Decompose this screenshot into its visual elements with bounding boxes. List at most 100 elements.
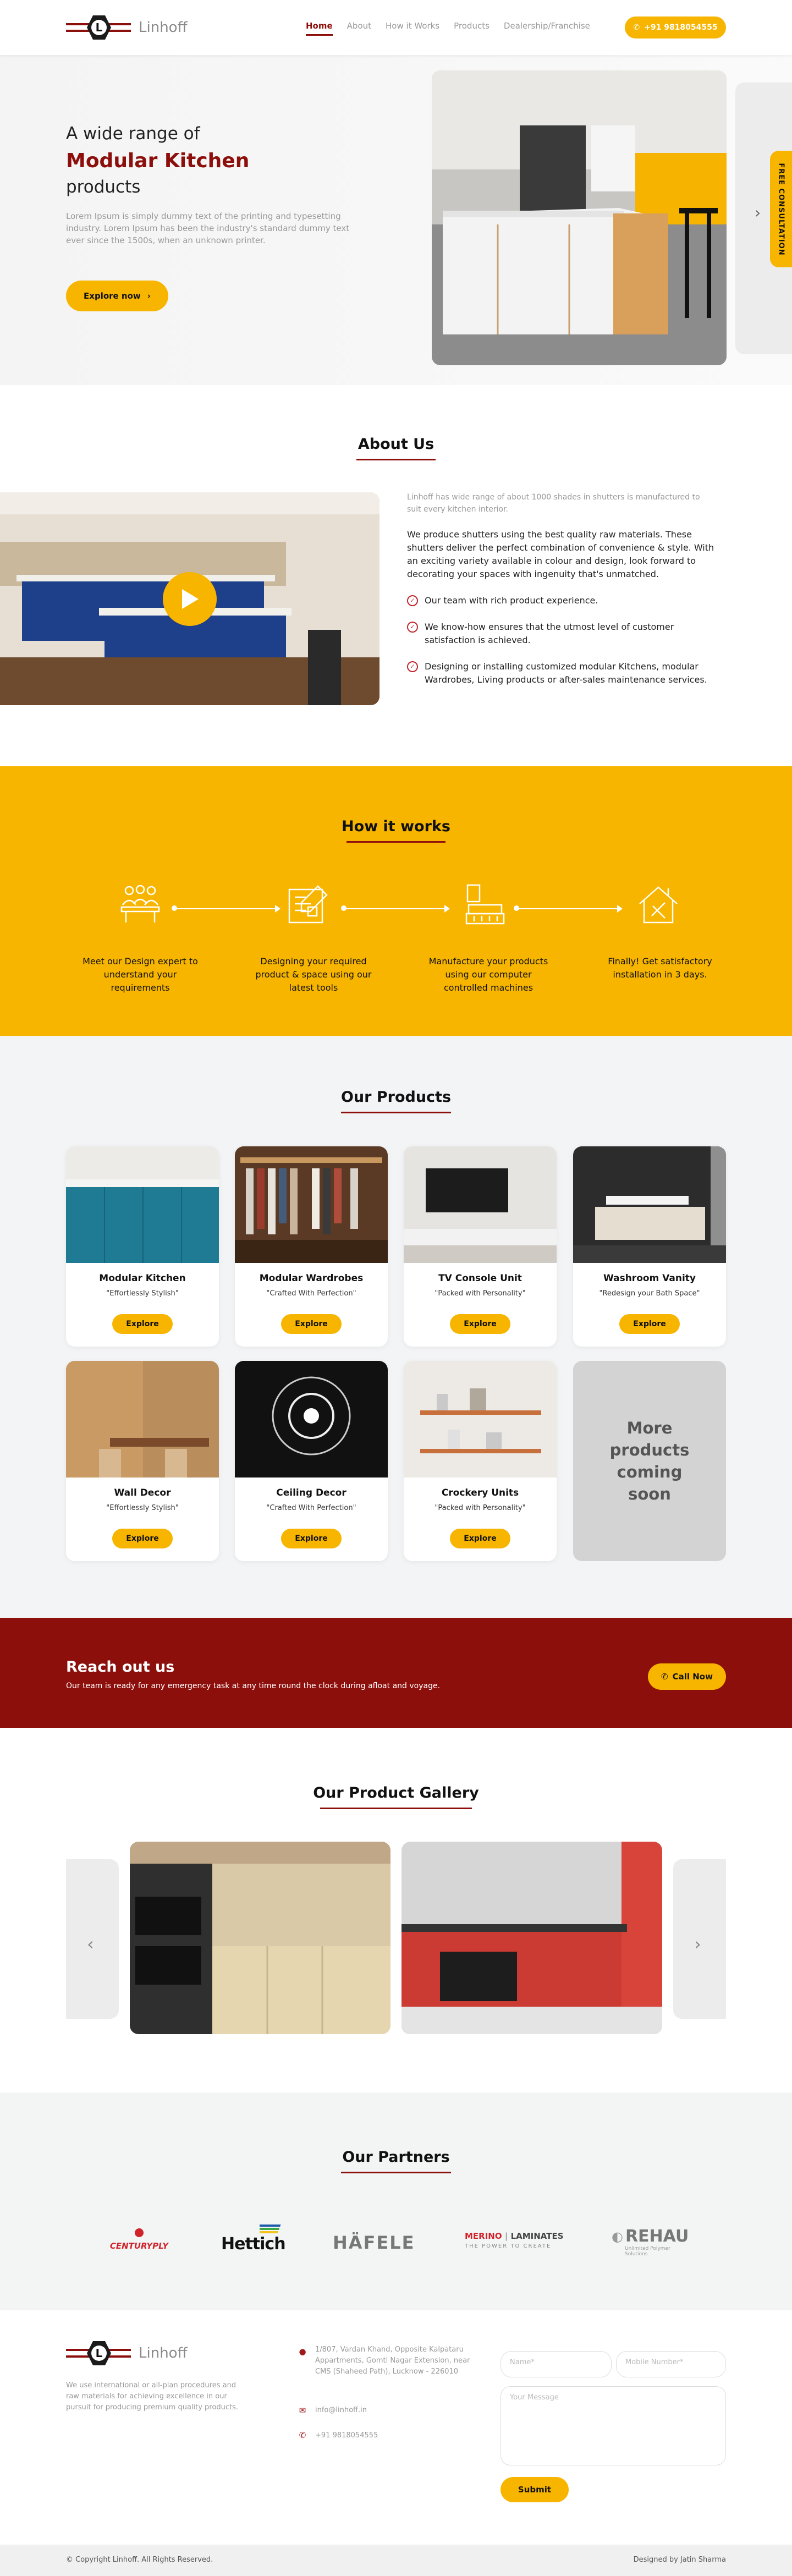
name-input[interactable]: Name* <box>501 2351 612 2377</box>
nav-home[interactable]: Home <box>306 21 333 36</box>
explore-button[interactable]: Explore <box>281 1314 342 1334</box>
gallery-image[interactable] <box>130 1842 391 2034</box>
explore-button[interactable]: Explore <box>450 1529 510 1548</box>
submit-button[interactable]: Submit <box>501 2477 569 2502</box>
chevron-left-icon[interactable]: ‹ <box>87 1934 94 1954</box>
hero-kitchen-image <box>432 70 727 365</box>
factory-icon <box>465 884 505 925</box>
product-image <box>573 1146 726 1263</box>
footer-brand-name: Linhoff <box>139 2345 188 2361</box>
product-title: Wall Decor <box>114 1487 171 1498</box>
rehau-mark-icon: ◐ <box>612 2228 623 2244</box>
logo-mark: L <box>66 2341 131 2365</box>
reach-title: Reach out us <box>66 1658 175 1676</box>
play-button[interactable] <box>163 572 217 626</box>
product-tagline: "Redesign your Bath Space" <box>599 1289 700 1298</box>
brand-logo[interactable]: L Linhoff <box>66 15 188 40</box>
explore-now-button[interactable]: Explore now › <box>66 281 168 311</box>
product-title: Modular Kitchen <box>99 1273 186 1284</box>
mobile-input[interactable]: Mobile Number* <box>616 2351 726 2377</box>
phone-button[interactable]: ✆ +91 9818054555 <box>625 17 726 39</box>
design-tools-icon <box>288 885 328 924</box>
how-title: How it works <box>342 818 450 835</box>
house-tools-icon <box>639 886 678 924</box>
product-title: TV Console Unit <box>438 1273 522 1284</box>
product-tagline: "Crafted With Perfection" <box>266 1504 356 1512</box>
hero-heading: Modular Kitchen <box>66 150 250 172</box>
centuryply-mark-icon <box>135 2228 144 2237</box>
product-title: Washroom Vanity <box>603 1273 696 1284</box>
footer-about: We use international or all-plan procedu… <box>66 2381 238 2412</box>
explore-button[interactable]: Explore <box>112 1529 173 1548</box>
phone-icon: ✆ <box>661 1672 668 1682</box>
phone-icon: ✆ <box>633 23 640 32</box>
mail-icon: ✉ <box>299 2405 306 2415</box>
meeting-icon <box>120 885 160 922</box>
partners-underline <box>341 2172 451 2173</box>
footer-phone[interactable]: +91 9818054555 <box>315 2430 378 2441</box>
about-video-thumbnail[interactable] <box>0 492 380 705</box>
product-card[interactable]: Modular Kitchen "Effortlessly Stylish" E… <box>66 1146 219 1347</box>
explore-button[interactable]: Explore <box>112 1314 173 1334</box>
explore-button[interactable]: Explore <box>281 1529 342 1548</box>
how-underline <box>346 841 446 843</box>
hero-line-3: products <box>66 177 141 197</box>
site-header: L Linhoff Home About How it Works Produc… <box>0 0 792 55</box>
partner-logo-merino: MERINO | LAMINATES THE POWER TO CREATE <box>465 2231 564 2249</box>
product-tagline: "Crafted With Perfection" <box>266 1289 356 1298</box>
product-image <box>235 1146 388 1263</box>
product-card[interactable]: Modular Wardrobes "Crafted With Perfecti… <box>235 1146 388 1347</box>
about-point: ✓ Our team with rich product experience. <box>407 594 715 607</box>
reach-subtitle: Our team is ready for any emergency task… <box>66 1682 441 1690</box>
product-tagline: "Packed with Personality" <box>435 1504 526 1512</box>
product-card[interactable]: Wall Decor "Effortlessly Stylish" Explor… <box>66 1361 219 1561</box>
how-step-3: Manufacture your products using our comp… <box>428 956 548 993</box>
step-arrow <box>341 905 450 913</box>
about-point: ✓ We know-how ensures that the utmost lev… <box>407 620 715 647</box>
product-title: Ceiling Decor <box>276 1487 346 1498</box>
product-card[interactable]: Washroom Vanity "Redesign your Bath Spac… <box>573 1146 726 1347</box>
product-image <box>235 1361 388 1478</box>
partners-section <box>0 2092 792 2310</box>
hero-paragraph: Lorem Ipsum is simply dummy text of the … <box>66 211 350 245</box>
footer-address: 1/807, Vardan Khand, Opposite Kalpataru … <box>315 2346 470 2376</box>
check-icon: ✓ <box>407 622 418 633</box>
copyright-text: © Copyright Linhoff. All Rights Reserved… <box>66 2556 213 2564</box>
nav-how-it-works[interactable]: How it Works <box>386 21 439 36</box>
product-card[interactable]: Crockery Units "Packed with Personality"… <box>404 1361 557 1561</box>
gallery-image[interactable] <box>402 1842 662 2034</box>
chevron-right-icon: › <box>147 291 151 301</box>
product-tagline: "Packed with Personality" <box>435 1289 526 1298</box>
how-step-4: Finally! Get satisfactory installation i… <box>608 956 712 980</box>
step-arrow <box>514 905 623 913</box>
hero-line-1: A wide range of <box>66 124 200 144</box>
product-card[interactable]: Ceiling Decor "Crafted With Perfection" … <box>235 1361 388 1561</box>
free-consultation-tab[interactable]: FREE CONSULTATION <box>770 151 792 267</box>
product-image <box>404 1146 557 1263</box>
call-now-button[interactable]: ✆ Call Now <box>648 1663 726 1690</box>
about-intro: Linhoff has wide range of about 1000 sha… <box>407 493 700 514</box>
product-title: Crockery Units <box>441 1487 519 1498</box>
hettich-mark-icon <box>255 2225 281 2233</box>
chevron-right-icon[interactable]: › <box>694 1934 701 1954</box>
partner-logo-centuryply: CENTURYPLY <box>105 2228 174 2251</box>
step-arrow <box>172 905 280 913</box>
about-point: ✓ Designing or installing customized modu… <box>407 660 715 686</box>
product-image <box>404 1361 557 1478</box>
product-card[interactable]: TV Console Unit "Packed with Personality… <box>404 1146 557 1347</box>
nav-about[interactable]: About <box>347 21 371 36</box>
partner-logo-hettich: Hettich <box>221 2222 287 2254</box>
message-textarea[interactable]: Your Message <box>501 2386 726 2465</box>
product-tagline: "Effortlessly Stylish" <box>106 1504 179 1512</box>
explore-button[interactable]: Explore <box>450 1314 510 1334</box>
footer-email[interactable]: info@linhoff.in <box>315 2405 367 2416</box>
footer-logo[interactable]: L Linhoff <box>66 2341 188 2365</box>
nav-products[interactable]: Products <box>454 21 490 36</box>
nav-dealership[interactable]: Dealership/Franchise <box>504 21 590 36</box>
about-paragraph: We produce shutters using the best quali… <box>407 529 714 579</box>
explore-button[interactable]: Explore <box>619 1314 680 1334</box>
check-icon: ✓ <box>407 661 418 672</box>
logo-mark: L <box>66 15 131 40</box>
chevron-right-icon[interactable]: › <box>755 204 761 222</box>
product-title: Modular Wardrobes <box>259 1273 364 1284</box>
